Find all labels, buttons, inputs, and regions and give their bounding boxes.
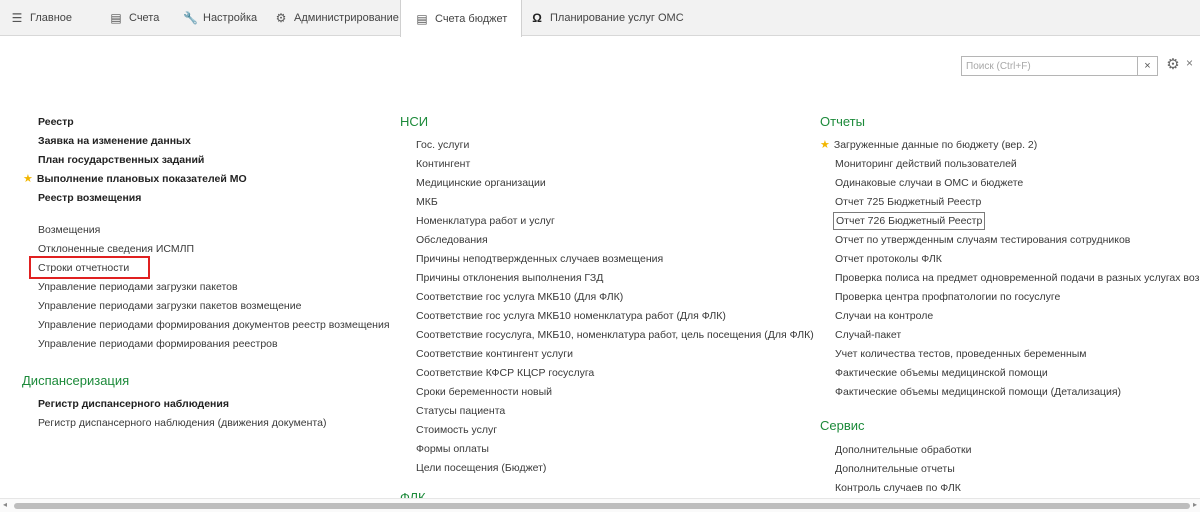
- right-item[interactable]: Одинаковые случаи в ОМС и бюджете: [835, 176, 1023, 190]
- document-icon: ▤: [416, 11, 428, 26]
- section-title-dispensary: Диспансеризация: [22, 373, 130, 388]
- left-item[interactable]: Управление периодами формирования докуме…: [38, 318, 390, 332]
- clear-search-button[interactable]: ×: [1137, 57, 1157, 75]
- middle-item[interactable]: Стоимость услуг: [416, 423, 497, 437]
- left-main-item[interactable]: Заявка на изменение данных: [38, 134, 191, 148]
- tab-accounts[interactable]: ▤ Счета: [109, 0, 159, 36]
- middle-item[interactable]: Соответствие КФСР КЦСР госуслуга: [416, 366, 594, 380]
- middle-item[interactable]: Медицинские организации: [416, 176, 546, 190]
- right-section2-item[interactable]: Дополнительные обработки: [835, 443, 971, 457]
- wrench-icon: 🔧: [183, 11, 198, 25]
- left-item[interactable]: Управление периодами загрузки пакетов во…: [38, 299, 301, 313]
- tab-label: Администрирование: [294, 12, 399, 24]
- left-item[interactable]: Управление периодами загрузки пакетов: [38, 280, 238, 294]
- tab-label: Настройка: [203, 12, 258, 24]
- right-item[interactable]: Проверка центра профпатологии по госуслу…: [835, 290, 1060, 304]
- close-icon[interactable]: ×: [1186, 56, 1193, 70]
- search-box: ×: [961, 56, 1158, 76]
- section-title-service: Сервис: [820, 418, 865, 433]
- tab-label: Счета: [129, 12, 160, 24]
- right-item-starred[interactable]: ★ Загруженные данные по бюджету (вер. 2): [820, 138, 1037, 152]
- tab-accounts-budget[interactable]: ▤ Счета бюджет: [400, 0, 523, 37]
- middle-item[interactable]: Обследования: [416, 233, 488, 247]
- right-item[interactable]: Отчет протоколы ФЛК: [835, 252, 942, 266]
- left-item[interactable]: Управление периодами формирования реестр…: [38, 337, 278, 351]
- middle-item[interactable]: Сроки беременности новый: [416, 385, 552, 399]
- section-title-reports: Отчеты: [820, 114, 865, 129]
- middle-item[interactable]: Контингент: [416, 157, 470, 171]
- middle-item[interactable]: МКБ: [416, 195, 438, 209]
- right-item-selected[interactable]: Отчет 726 Бюджетный Реестр: [833, 212, 986, 230]
- tab-label: Планирование услуг ОМС: [550, 12, 684, 24]
- right-section2-item[interactable]: Контроль случаев по ФЛК: [835, 481, 961, 495]
- menu-icon: ☰: [11, 11, 23, 25]
- left-item[interactable]: Возмещения: [38, 223, 100, 237]
- section-title-nsi: НСИ: [400, 114, 429, 129]
- scroll-left-icon[interactable]: ◂: [3, 500, 7, 509]
- tab-administration[interactable]: ⚙ Администрирование: [274, 0, 399, 36]
- scrollbar-thumb[interactable]: [14, 503, 1190, 509]
- left-main-item[interactable]: Реестр возмещения: [38, 191, 141, 205]
- middle-item[interactable]: Номенклатура работ и услуг: [416, 214, 555, 228]
- top-section-bar: ☰ Главное ▤ Счета 🔧 Настройка ⚙ Админист…: [0, 0, 1200, 37]
- right-section2-item[interactable]: Дополнительные отчеты: [835, 462, 955, 476]
- left-main-item[interactable]: План государственных заданий: [38, 153, 204, 167]
- right-item[interactable]: Случаи на контроле: [835, 309, 933, 323]
- left-main-item-starred[interactable]: ★ Выполнение плановых показателей МО: [23, 172, 247, 186]
- favorite-star-icon: ★: [820, 139, 830, 151]
- middle-item[interactable]: Соответствие гос услуга МКБ10 номенклату…: [416, 309, 726, 323]
- right-item[interactable]: Проверка полиса на предмет одновременной…: [835, 271, 1200, 285]
- left-section2-item[interactable]: Регистр диспансерного наблюдения (движен…: [38, 416, 326, 430]
- tab-label: Счета бюджет: [435, 12, 508, 25]
- middle-item[interactable]: Соответствие госуслуга, МКБ10, номенклат…: [416, 328, 814, 342]
- tab-oms-planning[interactable]: Ω Планирование услуг ОМС: [530, 0, 684, 36]
- left-main-item[interactable]: Реестр: [38, 115, 74, 129]
- horizontal-scrollbar[interactable]: ◂ ▸: [0, 498, 1200, 512]
- section-title-flk: ФЛК: [400, 491, 426, 498]
- highlight-box: [29, 256, 150, 279]
- left-section2-item[interactable]: Регистр диспансерного наблюдения: [38, 397, 229, 411]
- tab-settings[interactable]: 🔧 Настройка: [183, 0, 257, 36]
- right-item[interactable]: Фактические объемы медицинской помощи: [835, 366, 1048, 380]
- middle-item[interactable]: Статусы пациента: [416, 404, 505, 418]
- right-item-label: Загруженные данные по бюджету (вер. 2): [833, 139, 1038, 151]
- document-icon: ▤: [110, 11, 122, 25]
- middle-item[interactable]: Формы оплаты: [416, 442, 489, 456]
- tab-main[interactable]: ☰ Главное: [10, 0, 72, 36]
- omega-icon: Ω: [532, 11, 542, 25]
- tab-label: Главное: [30, 12, 73, 24]
- middle-item[interactable]: Причины неподтвержденных случаев возмеще…: [416, 252, 663, 266]
- right-item[interactable]: Случай-пакет: [835, 328, 901, 342]
- gear-icon: ⚙: [275, 11, 287, 25]
- right-item[interactable]: Учет количества тестов, проведенных бере…: [835, 347, 1087, 361]
- middle-item[interactable]: Соответствие контингент услуги: [416, 347, 573, 361]
- left-main-item-label: Выполнение плановых показателей МО: [36, 173, 247, 185]
- middle-item[interactable]: Соответствие гос услуга МКБ10 (Для ФЛК): [416, 290, 623, 304]
- middle-item[interactable]: Причины отклонения выполнения ГЗД: [416, 271, 603, 285]
- right-item[interactable]: Отчет по утвержденным случаям тестирован…: [835, 233, 1130, 247]
- scroll-right-icon[interactable]: ▸: [1193, 500, 1197, 509]
- search-input[interactable]: [962, 57, 1132, 75]
- settings-gear-icon[interactable]: ⚙: [1164, 55, 1182, 75]
- right-item[interactable]: Отчет 725 Бюджетный Реестр: [835, 195, 981, 209]
- favorite-star-icon: ★: [23, 173, 33, 185]
- middle-item[interactable]: Цели посещения (Бюджет): [416, 461, 546, 475]
- right-item[interactable]: Фактические объемы медицинской помощи (Д…: [835, 385, 1121, 399]
- left-item[interactable]: Отклоненные сведения ИСМЛП: [38, 242, 194, 256]
- middle-item[interactable]: Гос. услуги: [416, 138, 469, 152]
- right-item[interactable]: Мониторинг действий пользователей: [835, 157, 1017, 171]
